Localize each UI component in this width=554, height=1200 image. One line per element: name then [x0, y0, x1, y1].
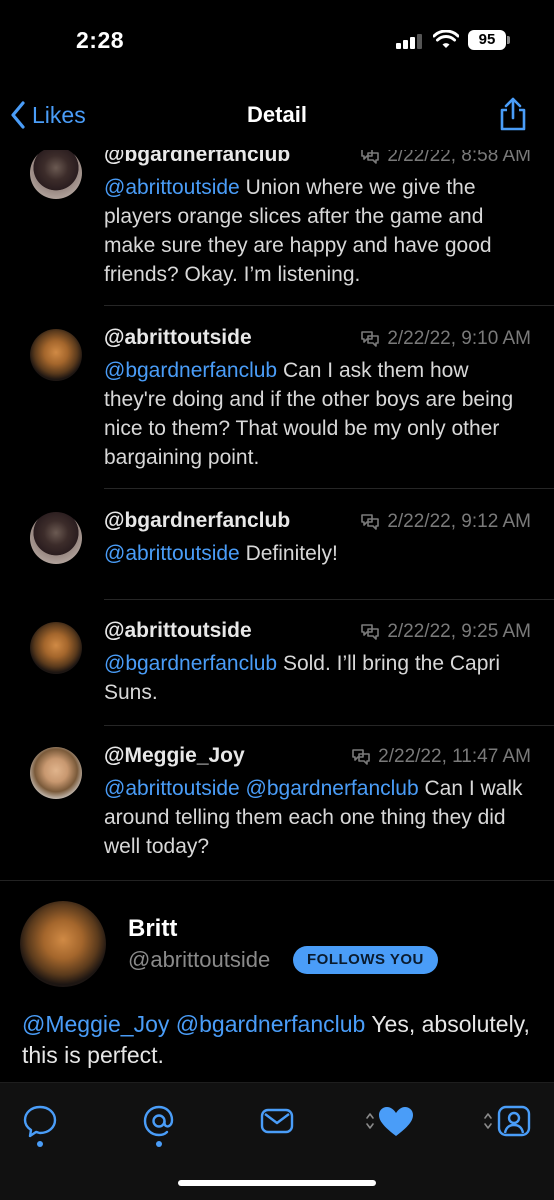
- tweet-text: @abrittoutside Definitely!: [104, 539, 536, 568]
- status-bar: 2:28 95: [0, 0, 554, 80]
- mention-link[interactable]: @bgardnerfanclub: [104, 359, 277, 382]
- tweet-meta: 2/22/22, 11:47 AM: [350, 746, 531, 768]
- conversation-icon: [361, 624, 380, 640]
- page-title: Detail: [247, 102, 307, 127]
- tweet-meta: 2/22/22, 9:25 AM: [359, 621, 531, 643]
- tweet-text: @abrittoutside @bgardnerfanclub Can I wa…: [104, 774, 536, 861]
- tweet-timestamp: 2/22/22, 9:12 AM: [387, 511, 531, 532]
- mention-link[interactable]: @abrittoutside: [104, 176, 240, 199]
- mentions-tab-icon[interactable]: [139, 1101, 179, 1141]
- mention-link[interactable]: @bgardnerfanclub: [104, 652, 277, 675]
- conversation-icon: [361, 150, 380, 164]
- tweet-divider: [104, 488, 554, 489]
- tweet-text: @abrittoutside Union where we give the p…: [104, 173, 536, 289]
- reply-tweet[interactable]: @abrittoutside 2/22/22, 9:25 AM @bgardne…: [0, 619, 554, 729]
- navigation-bar: Likes Detail: [0, 80, 554, 150]
- tweet-handle[interactable]: @bgardnerfanclub: [104, 150, 290, 167]
- conversation-icon: [352, 749, 370, 765]
- battery-cap: [507, 36, 510, 44]
- avatar[interactable]: [30, 329, 82, 381]
- profile-tab-icon[interactable]: [482, 1101, 534, 1141]
- avatar[interactable]: [30, 747, 82, 799]
- avatar[interactable]: [30, 150, 82, 199]
- tweet-divider: [104, 725, 554, 726]
- avatar[interactable]: [30, 512, 82, 564]
- conversation-icon: [361, 331, 380, 347]
- tweet-timestamp: 2/22/22, 9:10 AM: [387, 328, 531, 349]
- main-tweet-text: @Meggie_Joy @bgardnerfanclub Yes, absolu…: [22, 1009, 532, 1071]
- mention-link[interactable]: @abrittoutside @bgardnerfanclub: [104, 777, 419, 800]
- author-name[interactable]: Britt: [128, 915, 177, 943]
- mention-link[interactable]: @abrittoutside: [104, 542, 240, 565]
- reply-tweet[interactable]: @Meggie_Joy 2/22/22, 11:47 AM @abrittout…: [0, 744, 554, 880]
- share-icon[interactable]: [497, 96, 529, 132]
- tweet-text: @bgardnerfanclub Can I ask them how they…: [104, 356, 536, 472]
- tweet-timestamp: 2/22/22, 9:25 AM: [387, 621, 531, 642]
- tweet-divider: [104, 305, 554, 306]
- author-handle[interactable]: @abrittoutside: [128, 947, 270, 973]
- tweet-meta: 2/22/22, 9:10 AM: [359, 328, 531, 350]
- battery-indicator: 95: [468, 30, 506, 50]
- mention-link[interactable]: @Meggie_Joy @bgardnerfanclub: [22, 1011, 365, 1037]
- tweet-handle[interactable]: @abrittoutside: [104, 326, 252, 350]
- avatar[interactable]: [30, 622, 82, 674]
- tweet-handle[interactable]: @Meggie_Joy: [104, 744, 245, 768]
- wifi-icon: [433, 30, 459, 48]
- cellular-signal-icon: [396, 33, 424, 49]
- unread-dot: [37, 1141, 43, 1147]
- author-avatar[interactable]: [20, 901, 106, 987]
- reply-tweet[interactable]: @bgardnerfanclub 2/22/22, 8:58 AM @abrit…: [0, 150, 554, 306]
- conversation-thread: @bgardnerfanclub 2/22/22, 8:58 AM @abrit…: [0, 150, 554, 880]
- unread-dot: [156, 1141, 162, 1147]
- messages-tab-icon[interactable]: [257, 1101, 297, 1141]
- tweet-timestamp: 2/22/22, 8:58 AM: [387, 150, 531, 166]
- tweet-timestamp: 2/22/22, 11:47 AM: [378, 746, 531, 767]
- tweet-handle[interactable]: @abrittoutside: [104, 619, 252, 643]
- likes-tab-icon[interactable]: [364, 1101, 416, 1141]
- status-time: 2:28: [76, 27, 125, 53]
- reply-tweet[interactable]: @abrittoutside 2/22/22, 9:10 AM @bgardne…: [0, 326, 554, 489]
- tweet-body: Definitely!: [239, 542, 338, 565]
- tweet-meta: 2/22/22, 8:58 AM: [359, 150, 531, 167]
- tweet-divider: [104, 599, 554, 600]
- tweet-meta: 2/22/22, 9:12 AM: [359, 511, 531, 533]
- follows-you-badge: FOLLOWS YOU: [293, 946, 438, 974]
- reply-tweet[interactable]: @bgardnerfanclub 2/22/22, 9:12 AM @abrit…: [0, 509, 554, 600]
- tweet-text: @bgardnerfanclub Sold. I’ll bring the Ca…: [104, 649, 536, 707]
- main-tweet: Britt @abrittoutside FOLLOWS YOU @Meggie…: [0, 881, 554, 1081]
- tweet-handle[interactable]: @bgardnerfanclub: [104, 509, 290, 533]
- home-indicator[interactable]: [178, 1180, 376, 1186]
- timeline-tab-icon[interactable]: [20, 1101, 60, 1141]
- conversation-icon: [361, 514, 380, 530]
